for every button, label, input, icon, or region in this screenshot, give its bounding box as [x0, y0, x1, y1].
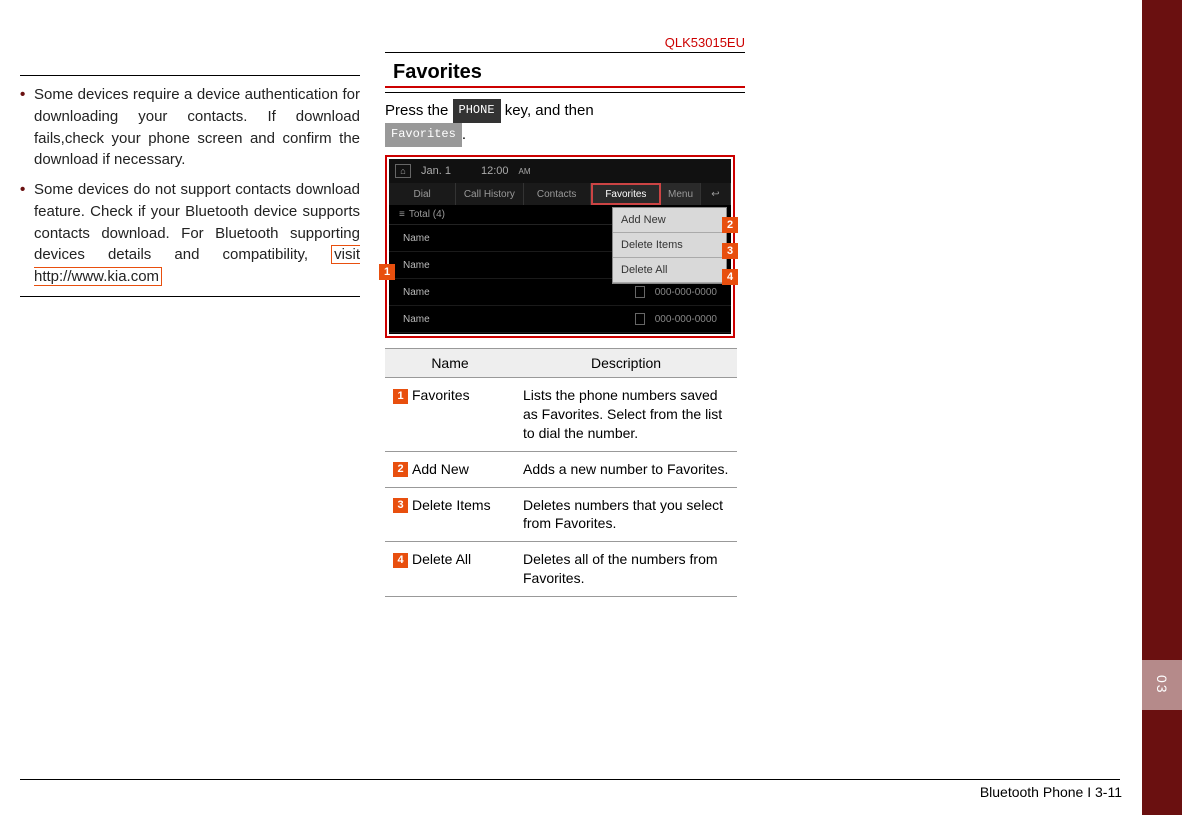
status-time: 12:00	[481, 165, 509, 177]
callout-1: 1	[379, 264, 395, 280]
mobile-icon	[635, 286, 645, 298]
table-row: 3 Delete Items Deletes numbers that you s…	[385, 487, 737, 542]
row-num: 2	[393, 462, 408, 477]
doc-code: QLK53015EU	[385, 35, 745, 50]
tab-menu[interactable]: Menu	[661, 183, 701, 205]
instr-suffix: .	[462, 126, 466, 143]
left-column: • Some devices require a device authenti…	[20, 75, 360, 297]
note-text-1: Some devices require a device authentica…	[34, 86, 360, 168]
row-desc: Deletes numbers that you select from Fav…	[515, 487, 737, 542]
footer-text: Bluetooth Phone I 3-11	[980, 784, 1122, 800]
row-desc: Deletes all of the numbers from Favorite…	[515, 542, 737, 597]
row-name: Name	[403, 287, 635, 298]
dropdown-menu: Add New Delete Items Delete All	[612, 207, 727, 284]
list-item[interactable]: Name 000-000-0000	[389, 306, 731, 333]
status-ampm: AM	[519, 167, 531, 176]
row-phone: 000-000-0000	[655, 314, 717, 325]
status-bar: ⌂ Jan. 1 12:00 AM	[389, 159, 731, 183]
chapter-tab: 03	[1142, 660, 1182, 710]
bullet-dot: •	[20, 84, 25, 106]
callout-2: 2	[722, 217, 738, 233]
instruction-text: Press the PHONE key, and then Favorites.	[385, 99, 745, 147]
tab-contacts[interactable]: Contacts	[524, 183, 591, 205]
instr-mid: key, and then	[505, 102, 594, 119]
tab-call-history[interactable]: Call History	[456, 183, 523, 205]
note-bullet-1: • Some devices require a device authenti…	[20, 84, 360, 171]
row-desc: Adds a new number to Favorites.	[515, 451, 737, 487]
row-name: Delete All	[412, 551, 471, 567]
row-desc: Lists the phone numbers saved as Favorit…	[515, 378, 737, 452]
phone-key: PHONE	[453, 99, 501, 122]
status-date: Jan. 1	[421, 165, 451, 177]
menu-add-new[interactable]: Add New	[613, 208, 726, 233]
right-column: QLK53015EU Favorites Press the PHONE key…	[385, 35, 745, 597]
tab-favorites[interactable]: Favorites	[591, 183, 661, 205]
rule	[20, 75, 360, 76]
row-name: Add New	[412, 461, 469, 477]
mobile-icon	[635, 313, 645, 325]
instr-prefix: Press the	[385, 102, 453, 119]
note-text-2: Some devices do not support contacts dow…	[34, 181, 360, 263]
infotainment-screenshot: ⌂ Jan. 1 12:00 AM Dial Call History Cont…	[389, 159, 731, 334]
description-table: Name Description 1 Favorites Lists the ph…	[385, 348, 737, 597]
callout-4: 4	[722, 269, 738, 285]
menu-delete-all[interactable]: Delete All	[613, 258, 726, 283]
row-phone: 000-000-0000	[655, 287, 717, 298]
favorites-key: Favorites	[385, 123, 462, 146]
th-name: Name	[385, 349, 515, 378]
note-bullet-2: • Some devices do not support contacts d…	[20, 179, 360, 288]
th-description: Description	[515, 349, 737, 378]
row-num: 1	[393, 389, 408, 404]
table-row: 1 Favorites Lists the phone numbers saved…	[385, 378, 737, 452]
callout-3: 3	[722, 243, 738, 259]
list-icon: ≡	[399, 209, 405, 220]
menu-delete-items[interactable]: Delete Items	[613, 233, 726, 258]
row-name: Delete Items	[412, 497, 491, 513]
rule	[385, 92, 745, 93]
row-name: Name	[403, 314, 635, 325]
screenshot-wrapper: ⌂ Jan. 1 12:00 AM Dial Call History Cont…	[385, 155, 735, 338]
table-row: 2 Add New Adds a new number to Favorites.	[385, 451, 737, 487]
back-icon[interactable]: ↩	[701, 183, 731, 205]
table-row: 4 Delete All Deletes all of the numbers f…	[385, 542, 737, 597]
row-name: Favorites	[412, 387, 470, 403]
tab-bar: Dial Call History Contacts Favorites Men…	[389, 183, 731, 205]
home-icon: ⌂	[395, 164, 411, 178]
total-label: Total (4)	[409, 209, 445, 220]
rule	[20, 296, 360, 297]
section-title: Favorites	[385, 53, 745, 88]
footer-rule	[20, 779, 1120, 780]
row-num: 4	[393, 553, 408, 568]
tab-dial[interactable]: Dial	[389, 183, 456, 205]
row-num: 3	[393, 498, 408, 513]
bullet-dot: •	[20, 179, 25, 201]
